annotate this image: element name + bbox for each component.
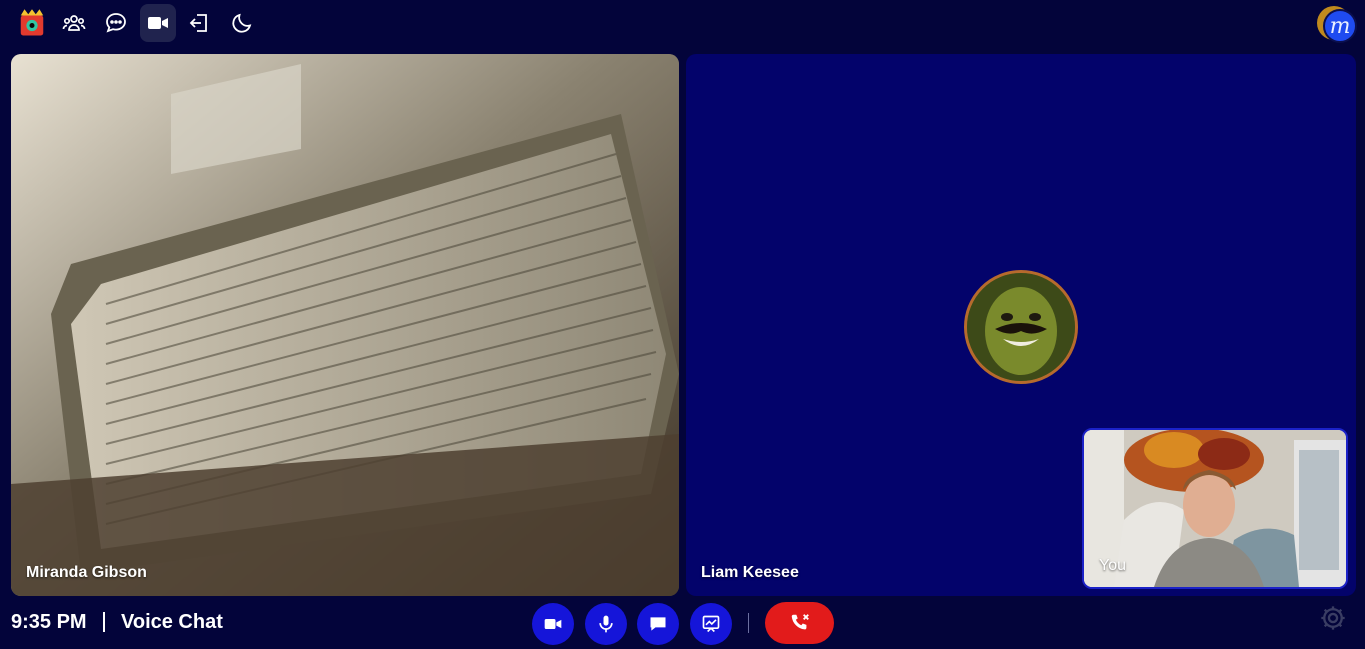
avatar-picture (967, 273, 1075, 381)
chat-bubble-icon (650, 617, 666, 631)
exit-icon[interactable] (182, 4, 218, 42)
participant-name: Miranda Gibson (26, 564, 147, 581)
avatar-initial: m (1323, 9, 1357, 43)
screen-share-icon (702, 615, 720, 633)
moon-icon[interactable] (224, 4, 260, 42)
participant-tile-miranda[interactable]: Miranda Gibson (11, 54, 679, 596)
top-bar: m (0, 0, 1365, 48)
video-camera-tab[interactable] (140, 4, 176, 42)
video-camera-icon (544, 619, 562, 629)
clock-time: 9:35 PM (11, 611, 87, 633)
chat-button[interactable] (637, 603, 679, 645)
self-view-label: You (1099, 557, 1126, 574)
microphone-icon (599, 615, 613, 633)
camera-toggle-button[interactable] (532, 603, 574, 645)
participant-name: Liam Keesee (701, 564, 799, 581)
settings-gear-icon[interactable] (1319, 604, 1347, 632)
top-icon-row (14, 4, 260, 42)
video-camera-icon (148, 17, 168, 29)
page-title: Voice Chat (121, 611, 223, 633)
participant-video (11, 54, 679, 596)
hang-up-icon (791, 614, 809, 630)
self-view-tile[interactable]: You (1082, 428, 1348, 589)
hang-up-button[interactable] (765, 602, 834, 644)
people-icon[interactable] (56, 4, 92, 42)
controls-separator (748, 613, 749, 633)
divider (103, 612, 105, 632)
app-logo-icon[interactable] (14, 4, 50, 42)
microphone-toggle-button[interactable] (585, 603, 627, 645)
screen-share-button[interactable] (690, 603, 732, 645)
participant-avatar (964, 270, 1078, 384)
bottom-bar: 9:35 PM Voice Chat (0, 600, 1365, 649)
user-avatar[interactable]: m (1317, 6, 1357, 43)
chat-bubble-icon[interactable] (98, 4, 134, 42)
